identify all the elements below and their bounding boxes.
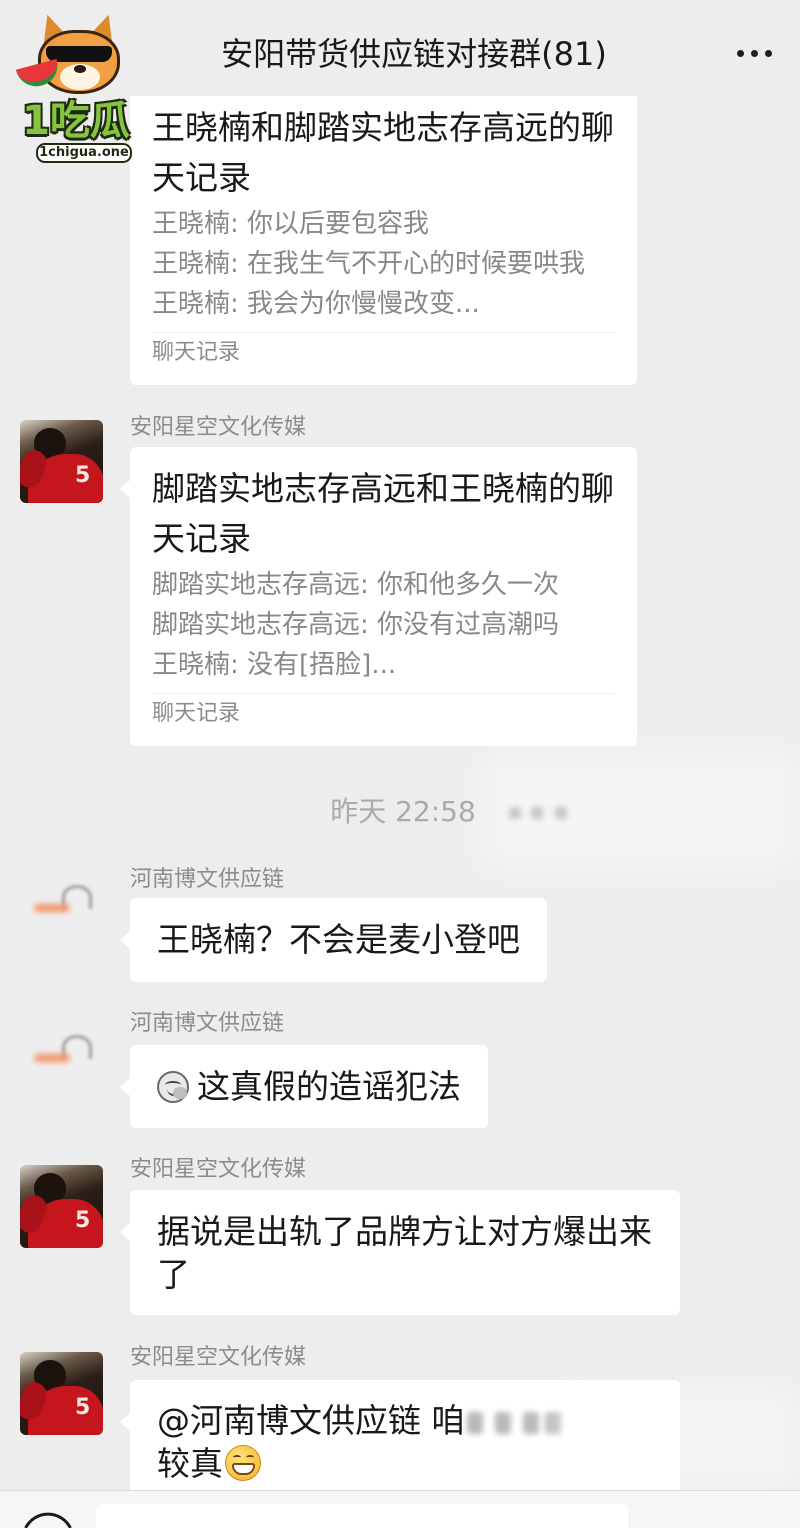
blurred-text bbox=[465, 1406, 565, 1438]
jersey-number: 5 bbox=[75, 1208, 91, 1233]
jersey-number: 5 bbox=[75, 463, 91, 488]
message-bubble[interactable]: 王晓楠？不会是麦小登吧 bbox=[120, 898, 547, 982]
message-text: 这真假的造谣犯法 bbox=[197, 1067, 461, 1106]
sender-name: 河南博文供应链 bbox=[130, 867, 285, 892]
brand-name: 1吃瓜 bbox=[22, 98, 130, 144]
mention[interactable]: @河南博文供应链 bbox=[157, 1401, 421, 1440]
preview-line: 王晓楠: 没有[捂脸]... bbox=[152, 650, 397, 680]
preview-line: 王晓楠: 你以后要包容我 bbox=[152, 209, 430, 239]
avatar[interactable] bbox=[20, 1016, 103, 1099]
avatar[interactable]: 5 bbox=[20, 1165, 103, 1248]
sticker-hand bbox=[173, 1086, 187, 1099]
face-sticker-icon bbox=[157, 1070, 189, 1103]
chat-record-footer: 聊天记录 bbox=[152, 332, 615, 368]
preview-line: 王晓楠: 我会为你慢慢改变... bbox=[152, 289, 480, 319]
bubble-tail bbox=[120, 1413, 130, 1431]
avatar[interactable] bbox=[20, 866, 103, 949]
more-dot bbox=[751, 50, 758, 57]
emoji-mouth bbox=[232, 1463, 255, 1475]
emoji-eye bbox=[246, 1455, 254, 1460]
preview-line: 脚踏实地志存高远: 你和他多久一次 bbox=[152, 570, 560, 600]
voice-icon[interactable] bbox=[20, 1512, 76, 1528]
chat-record-title: 脚踏实地志存高远和王晓楠的聊天记录 bbox=[152, 469, 614, 558]
preview-line: 脚踏实地志存高远: 你没有过高潮吗 bbox=[152, 610, 560, 640]
blur-patch bbox=[560, 1388, 800, 1488]
more-dot bbox=[737, 50, 744, 57]
avatar[interactable]: 5 bbox=[20, 420, 103, 503]
message-timestamp: 昨天 22:58 bbox=[330, 795, 476, 828]
bubble-tail bbox=[120, 480, 130, 498]
chat-record-card[interactable]: 王晓楠和脚踏实地志存高远的聊天记录 王晓楠: 你以后要包容我 王晓楠: 在我生气… bbox=[130, 86, 637, 385]
sender-name: 河南博文供应链 bbox=[130, 1011, 285, 1036]
bubble-tail bbox=[120, 1078, 130, 1096]
blurred-text bbox=[505, 803, 583, 823]
input-bar bbox=[0, 1490, 800, 1528]
emoji-eye bbox=[233, 1455, 241, 1460]
chat-record-preview: 脚踏实地志存高远: 你和他多久一次 脚踏实地志存高远: 你没有过高潮吗 王晓楠:… bbox=[152, 565, 615, 685]
message-input[interactable] bbox=[96, 1504, 628, 1528]
dog-mascot-icon bbox=[15, 6, 136, 104]
message-text: 咱 bbox=[431, 1401, 465, 1440]
more-dot bbox=[765, 50, 772, 57]
dog-nose bbox=[74, 65, 86, 73]
sender-name: 安阳星空文化传媒 bbox=[130, 1157, 307, 1182]
preview-line: 王晓楠: 在我生气不开心的时候要哄我 bbox=[152, 249, 586, 279]
sender-name: 安阳星空文化传媒 bbox=[130, 1345, 307, 1370]
watermark-logo: 1吃瓜 1chigua.one bbox=[6, 6, 146, 168]
jersey-number: 5 bbox=[75, 1395, 91, 1420]
message-bubble[interactable]: 这真假的造谣犯法 bbox=[120, 1045, 488, 1128]
avatar-blur-shape bbox=[34, 904, 70, 912]
more-icon[interactable] bbox=[737, 50, 773, 58]
brand-domain: 1chigua.one bbox=[36, 143, 132, 163]
bubble-tail bbox=[120, 1223, 130, 1241]
bubble-tail bbox=[120, 931, 130, 949]
chat-record-preview: 王晓楠: 你以后要包容我 王晓楠: 在我生气不开心的时候要哄我 王晓楠: 我会为… bbox=[152, 204, 615, 324]
avatar-blur-shape bbox=[34, 1054, 70, 1062]
avatar[interactable]: 5 bbox=[20, 1352, 103, 1435]
chat-record-footer: 聊天记录 bbox=[152, 693, 615, 729]
message-text: 据说是出轨了品牌方让对方爆出来了 bbox=[157, 1212, 652, 1294]
group-title: 安阳带货供应链对接群(81) bbox=[221, 35, 607, 73]
message-text: 王晓楠？不会是麦小登吧 bbox=[157, 920, 520, 959]
chat-record-card[interactable]: 脚踏实地志存高远和王晓楠的聊天记录 脚踏实地志存高远: 你和他多久一次 脚踏实地… bbox=[120, 447, 637, 746]
chat-record-title: 王晓楠和脚踏实地志存高远的聊天记录 bbox=[152, 108, 614, 197]
message-bubble[interactable]: 据说是出轨了品牌方让对方爆出来了 bbox=[120, 1190, 680, 1315]
message-text: 较真 bbox=[157, 1444, 223, 1483]
sender-name: 安阳星空文化传媒 bbox=[130, 415, 307, 440]
grinning-face-icon bbox=[225, 1445, 261, 1481]
